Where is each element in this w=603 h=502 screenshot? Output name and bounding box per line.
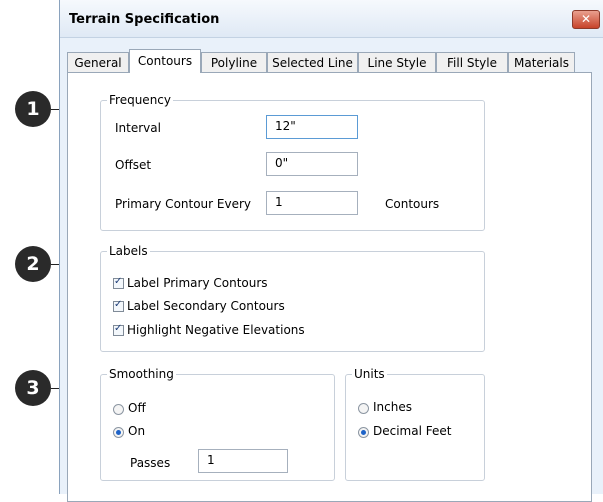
passes-field[interactable]: 1	[198, 449, 288, 473]
label-primary-contours-checkbox[interactable]	[113, 276, 124, 289]
primary-contour-field[interactable]: 1	[266, 191, 358, 215]
callout-3: 3	[15, 370, 51, 406]
tab-fill-style[interactable]: Fill Style	[436, 52, 508, 72]
dialog-title: Terrain Specification	[69, 12, 220, 27]
callout-2: 2	[15, 246, 51, 282]
smoothing-legend: Smoothing	[109, 367, 174, 381]
tab-polyline[interactable]: Polyline	[201, 52, 267, 72]
primary-contour-suffix: Contours	[385, 197, 440, 211]
label-secondary-contours-checkbox[interactable]	[113, 299, 124, 312]
smoothing-off-label: Off	[128, 401, 146, 415]
tab-selected-line[interactable]: Selected Line	[267, 52, 358, 72]
units-decimal-feet-label: Decimal Feet	[373, 424, 452, 438]
highlight-negative-elevations-checkbox[interactable]	[113, 323, 124, 336]
tab-materials[interactable]: Materials	[508, 52, 575, 72]
frequency-legend: Frequency	[109, 93, 171, 107]
label-primary-contours-label: Label Primary Contours	[127, 276, 268, 290]
labels-legend: Labels	[109, 244, 148, 258]
offset-field[interactable]: 0"	[266, 152, 358, 176]
smoothing-on-label: On	[128, 424, 146, 438]
units-inches-label: Inches	[373, 400, 412, 414]
tab-general[interactable]: General	[67, 52, 129, 72]
interval-label: Interval	[115, 121, 161, 135]
offset-label: Offset	[115, 158, 152, 172]
close-button[interactable]: ✕	[572, 10, 600, 29]
units-legend: Units	[354, 367, 385, 381]
passes-label: Passes	[130, 456, 171, 470]
highlight-negative-elevations-label: Highlight Negative Elevations	[127, 323, 305, 337]
interval-field[interactable]: 12"	[266, 115, 358, 139]
units-decimal-feet-radio[interactable]	[358, 427, 369, 438]
units-inches-radio[interactable]	[358, 403, 369, 414]
primary-contour-label: Primary Contour Every	[115, 197, 252, 211]
label-secondary-contours-label: Label Secondary Contours	[127, 299, 285, 313]
title-bar: Terrain Specification ✕	[60, 0, 603, 38]
contours-panel: Frequency Interval 12" Offset 0" Primary…	[67, 72, 592, 502]
terrain-specification-dialog: Terrain Specification ✕ General Contours…	[59, 0, 603, 502]
callout-1: 1	[15, 91, 51, 127]
smoothing-on-radio[interactable]	[113, 427, 124, 438]
tab-line-style[interactable]: Line Style	[358, 52, 436, 72]
smoothing-off-radio[interactable]	[113, 404, 124, 415]
tab-contours[interactable]: Contours	[129, 49, 201, 73]
